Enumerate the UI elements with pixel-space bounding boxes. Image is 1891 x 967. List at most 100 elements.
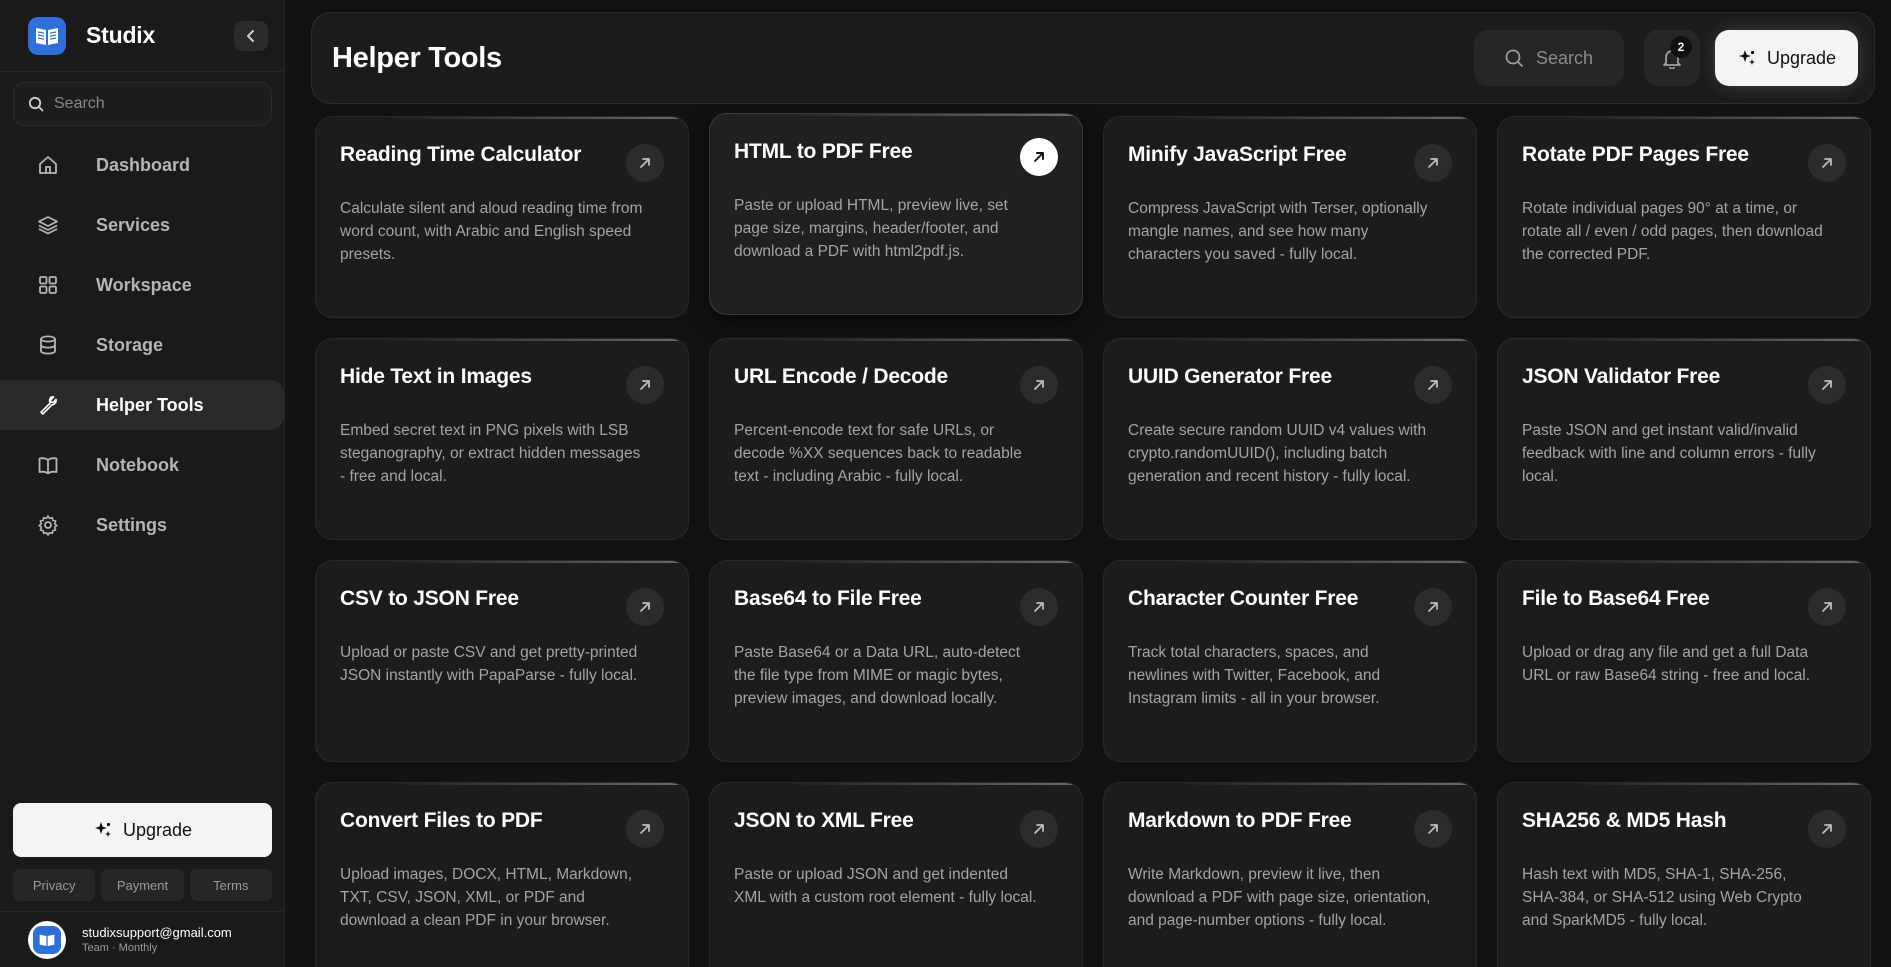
payment-link[interactable]: Payment [101, 869, 184, 901]
tool-card-url-encode-decode[interactable]: URL Encode / Decode Percent-encode text … [709, 338, 1083, 540]
open-tool-button[interactable] [1020, 810, 1058, 848]
tool-title: Base64 to File Free [734, 587, 922, 610]
open-tool-button[interactable] [626, 366, 664, 404]
tool-description: Hash text with MD5, SHA-1, SHA-256, SHA-… [1522, 866, 1802, 929]
sidebar-item-helper-tools[interactable]: Helper Tools [0, 380, 284, 430]
sidebar-item-storage[interactable]: Storage [0, 320, 284, 370]
tool-card-json-validator[interactable]: JSON Validator Free Paste JSON and get i… [1497, 338, 1871, 540]
grid-icon [36, 273, 60, 297]
tool-card-json-to-xml[interactable]: JSON to XML Free Paste or upload JSON an… [709, 782, 1083, 967]
tool-description: Percent-encode text for safe URLs, or de… [734, 422, 1022, 485]
tool-title: JSON Validator Free [1522, 365, 1721, 388]
sidebar-upgrade-button[interactable]: Upgrade [13, 803, 272, 857]
tool-card-sha256-md5-hash[interactable]: SHA256 & MD5 Hash Hash text with MD5, SH… [1497, 782, 1871, 967]
user-profile[interactable]: studixsupport@gmail.com Team · Monthly [0, 911, 284, 967]
open-tool-button[interactable] [626, 144, 664, 182]
open-tool-button[interactable] [1020, 138, 1058, 176]
sidebar: Studix Dashboard Services Workspace [0, 0, 285, 967]
tool-description: Paste or upload JSON and get indented XM… [734, 866, 1037, 906]
studix-logo-icon[interactable] [28, 16, 66, 55]
tools-grid: Reading Time Calculator Calculate silent… [315, 113, 1871, 967]
tool-card-csv-to-json[interactable]: CSV to JSON Free Upload or paste CSV and… [315, 560, 689, 762]
tool-title: Reading Time Calculator [340, 143, 582, 166]
arrow-up-right-icon [640, 380, 650, 390]
tool-description: Upload or drag any file and get a full D… [1522, 644, 1811, 684]
tool-card-minify-javascript[interactable]: Minify JavaScript Free Compress JavaScri… [1103, 116, 1477, 318]
arrow-up-right-icon [640, 158, 650, 168]
sidebar-item-settings[interactable]: Settings [0, 500, 284, 550]
tool-card-base64-to-file[interactable]: Base64 to File Free Paste Base64 or a Da… [709, 560, 1083, 762]
tool-title: SHA256 & MD5 Hash [1522, 809, 1727, 832]
tool-title: UUID Generator Free [1128, 365, 1332, 388]
sidebar-nav: Dashboard Services Workspace Storage Hel… [0, 140, 284, 560]
tool-title: Rotate PDF Pages Free [1522, 143, 1749, 166]
tool-description: Compress JavaScript with Terser, optiona… [1128, 200, 1428, 263]
open-tool-button[interactable] [1808, 588, 1846, 626]
upgrade-label: Upgrade [1766, 47, 1837, 68]
tool-description: Create secure random UUID v4 values with… [1128, 422, 1427, 485]
search-icon [28, 96, 44, 112]
tool-card-convert-files-to-pdf[interactable]: Convert Files to PDF Upload images, DOCX… [315, 782, 689, 967]
tool-card-reading-time-calculator[interactable]: Reading Time Calculator Calculate silent… [315, 116, 689, 318]
tool-card-markdown-to-pdf[interactable]: Markdown to PDF Free Write Markdown, pre… [1103, 782, 1477, 967]
sidebar-item-label: Dashboard [96, 154, 191, 175]
open-tool-button[interactable] [1808, 366, 1846, 404]
tool-description: Rotate individual pages 90° at a time, o… [1522, 200, 1823, 263]
chevron-left-icon [247, 29, 254, 42]
open-tool-button[interactable] [1020, 588, 1058, 626]
arrow-up-right-icon [1034, 824, 1044, 834]
open-tool-button[interactable] [1414, 144, 1452, 182]
tool-title: Minify JavaScript Free [1128, 143, 1347, 166]
sidebar-item-services[interactable]: Services [0, 200, 284, 250]
privacy-link[interactable]: Privacy [13, 869, 96, 901]
sparkle-icon [1738, 50, 1755, 65]
arrow-up-right-icon [1034, 152, 1044, 162]
header-search-button[interactable]: Search [1474, 30, 1624, 86]
sidebar-item-label: Helper Tools [96, 394, 204, 415]
arrow-up-right-icon [1822, 824, 1832, 834]
arrow-up-right-icon [1822, 380, 1832, 390]
tool-card-rotate-pdf-pages[interactable]: Rotate PDF Pages Free Rotate individual … [1497, 116, 1871, 318]
tool-card-uuid-generator[interactable]: UUID Generator Free Create secure random… [1103, 338, 1477, 540]
tool-card-file-to-base64[interactable]: File to Base64 Free Upload or drag any f… [1497, 560, 1871, 762]
tool-card-hide-text-in-images[interactable]: Hide Text in Images Embed secret text in… [315, 338, 689, 540]
open-tool-button[interactable] [626, 588, 664, 626]
tool-title: Convert Files to PDF [340, 809, 543, 832]
sidebar-item-notebook[interactable]: Notebook [0, 440, 284, 490]
brand-name: Studix [86, 22, 156, 48]
arrow-up-right-icon [1034, 602, 1044, 612]
open-tool-button[interactable] [1414, 366, 1452, 404]
tool-title: HTML to PDF Free [734, 140, 913, 163]
arrow-up-right-icon [1034, 380, 1044, 390]
sidebar-item-label: Notebook [96, 454, 179, 475]
tool-description: Paste or upload HTML, preview live, set … [734, 197, 1008, 260]
sidebar-item-dashboard[interactable]: Dashboard [0, 140, 284, 190]
tool-title: URL Encode / Decode [734, 365, 949, 388]
header-actions: Search 2 Upgrade [1474, 30, 1858, 86]
wrench-icon [36, 393, 60, 417]
sidebar-item-label: Storage [96, 334, 164, 355]
tool-card-character-counter[interactable]: Character Counter Free Track total chara… [1103, 560, 1477, 762]
terms-link[interactable]: Terms [189, 869, 272, 901]
header-upgrade-button[interactable]: Upgrade [1715, 30, 1858, 86]
tool-card-html-to-pdf[interactable]: HTML to PDF Free Paste or upload HTML, p… [709, 113, 1083, 315]
sidebar-search [13, 82, 272, 126]
tool-description: Write Markdown, preview it live, then do… [1128, 866, 1431, 929]
sidebar-item-label: Workspace [96, 274, 192, 295]
page-header: Helper Tools Search 2 Upgrade [311, 12, 1875, 104]
tool-description: Upload or paste CSV and get pretty-print… [340, 644, 638, 684]
app-root: Studix Dashboard Services Workspace [0, 0, 1891, 967]
arrow-up-right-icon [1428, 380, 1438, 390]
sidebar-item-workspace[interactable]: Workspace [0, 260, 284, 310]
open-tool-button[interactable] [626, 810, 664, 848]
open-tool-button[interactable] [1808, 810, 1846, 848]
sidebar-search-input[interactable] [54, 95, 254, 113]
open-tool-button[interactable] [1020, 366, 1058, 404]
open-tool-button[interactable] [1414, 810, 1452, 848]
gear-icon [36, 513, 60, 537]
notifications-button[interactable]: 2 [1644, 30, 1700, 86]
open-tool-button[interactable] [1414, 588, 1452, 626]
studix-avatar-logo-icon [33, 925, 61, 954]
open-tool-button[interactable] [1808, 144, 1846, 182]
collapse-sidebar-button[interactable] [234, 20, 268, 51]
